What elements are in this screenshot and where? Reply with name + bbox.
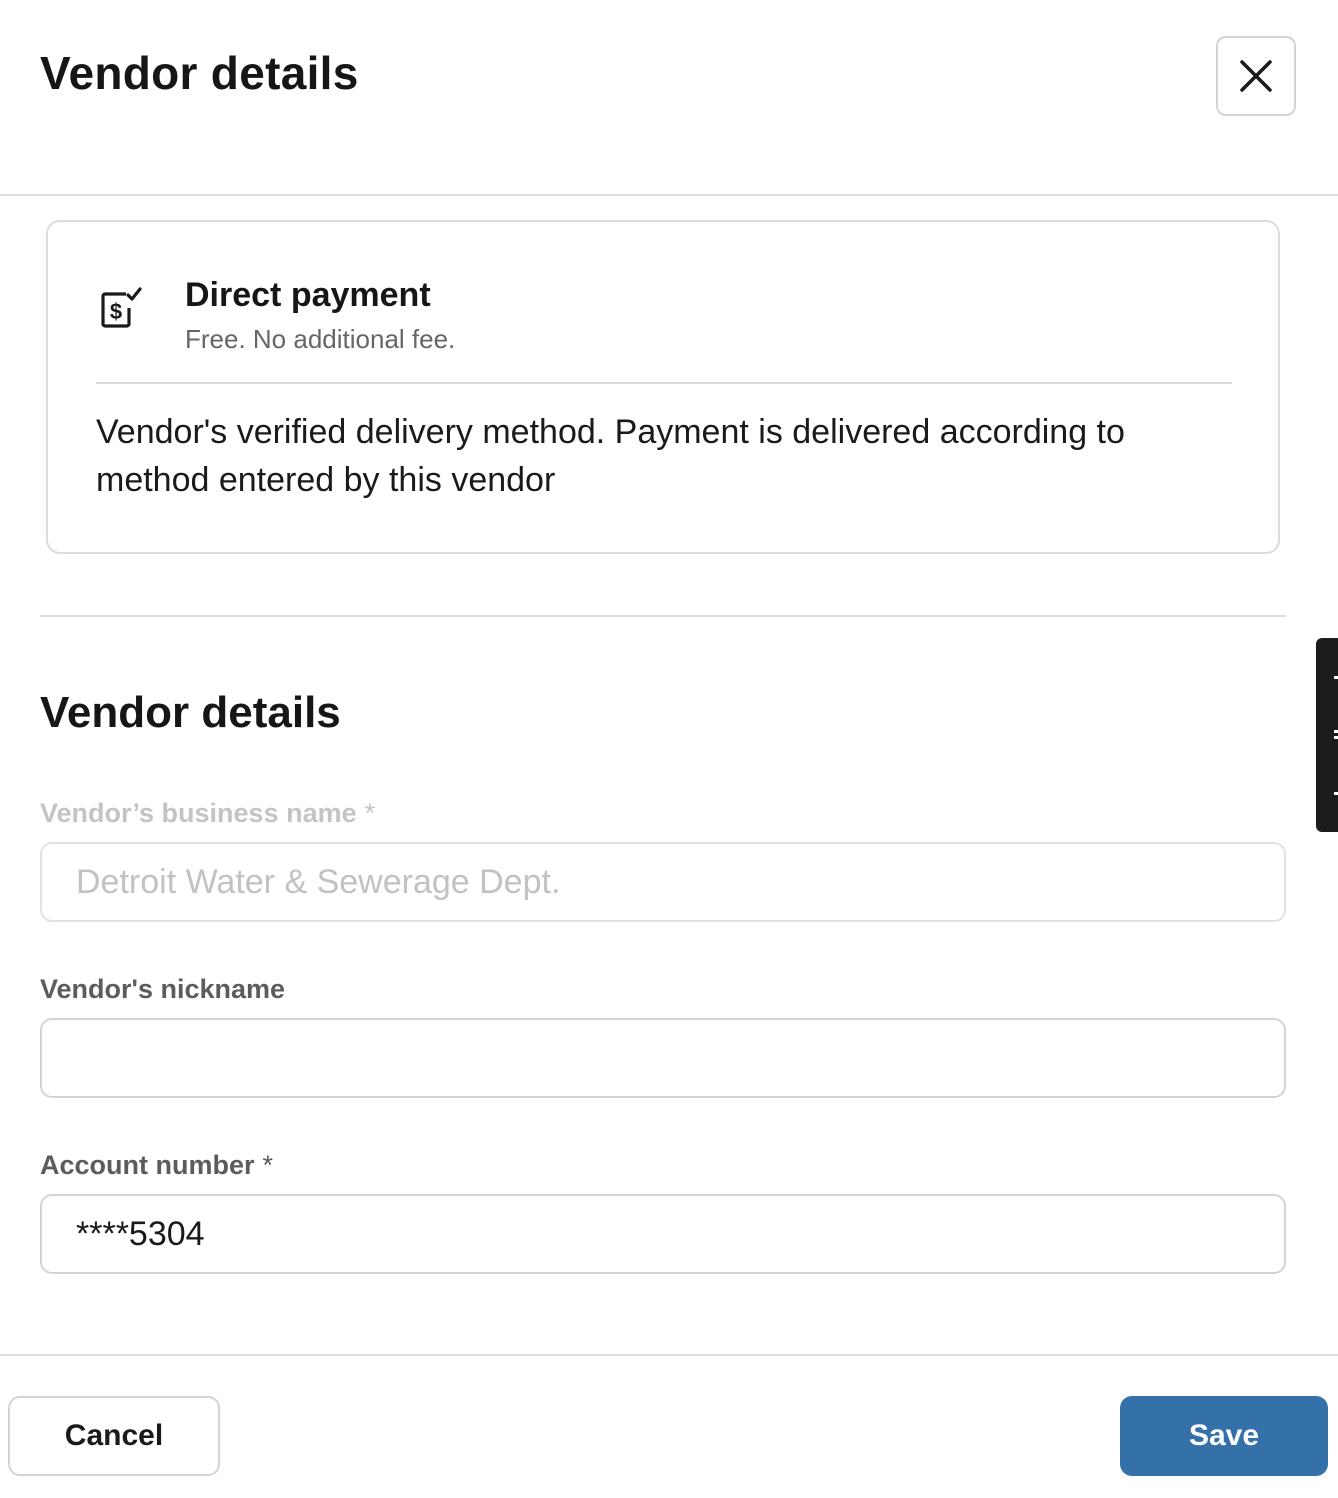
payment-method-subtitle: Free. No additional fee.	[185, 324, 456, 354]
side-panel-tab[interactable]	[1316, 638, 1338, 832]
nickname-label-text: Vendor's nickname	[40, 974, 286, 1004]
nickname-label: Vendor's nickname	[40, 974, 285, 1005]
dialog-title: Vendor details	[40, 47, 359, 99]
business-name-input[interactable]	[40, 842, 1286, 922]
card-divider	[96, 382, 1232, 384]
dialog-footer: Cancel Save	[0, 1354, 1338, 1498]
close-icon	[1240, 60, 1272, 92]
payment-method-description: Vendor's verified delivery method. Payme…	[96, 413, 1125, 499]
section-divider	[40, 615, 1286, 617]
business-name-label: Vendor’s business name *	[40, 798, 375, 829]
save-button[interactable]: Save	[1120, 1396, 1328, 1476]
nickname-input[interactable]	[40, 1018, 1286, 1098]
required-mark: *	[262, 1150, 274, 1180]
dialog-header: Vendor details	[0, 0, 1338, 196]
section-title: Vendor details	[40, 688, 341, 737]
account-number-input[interactable]	[40, 1194, 1286, 1274]
cancel-button[interactable]: Cancel	[8, 1396, 220, 1476]
payment-method-title: Direct payment	[185, 276, 431, 314]
account-number-label: Account number *	[40, 1150, 273, 1181]
business-name-label-text: Vendor’s business name	[40, 798, 357, 828]
account-number-label-text: Account number	[40, 1150, 255, 1180]
dollar-document-check-icon: $	[101, 287, 142, 328]
svg-text:$: $	[110, 299, 122, 324]
payment-method-card: $ Direct payment Free. No additional fee…	[46, 220, 1280, 554]
required-mark: *	[364, 798, 376, 828]
close-button[interactable]	[1216, 36, 1296, 116]
